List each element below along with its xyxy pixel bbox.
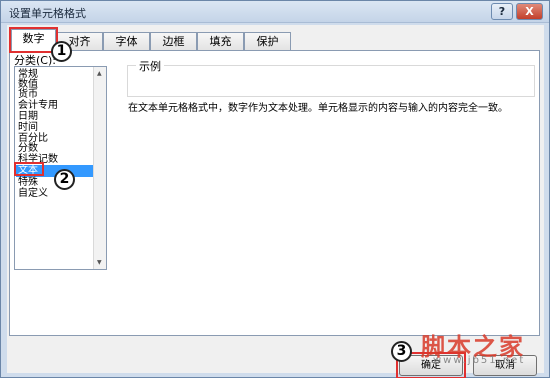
title-bar[interactable]: 设置单元格格式 ? X [1,1,549,23]
step-badge-3: 3 [391,341,412,362]
close-button[interactable]: X [516,3,543,20]
help-button[interactable]: ? [491,3,513,20]
tab-border[interactable]: 边框 [150,32,197,51]
watermark-url: www.jb51.net [433,355,526,366]
tab-protection[interactable]: 保护 [244,32,291,51]
scroll-down-icon[interactable]: ▼ [97,259,102,266]
scroll-up-icon[interactable]: ▲ [97,70,102,77]
dialog-title: 设置单元格格式 [9,7,86,20]
tab-fill[interactable]: 填充 [197,32,244,51]
format-description: 在文本单元格格式中，数字作为文本处理。单元格显示的内容与输入的内容完全一致。 [128,103,508,114]
sample-group: 示例 [127,58,535,97]
format-cells-dialog: 设置单元格格式 ? X 数字 对齐 字体 边框 填充 保护 分类(C): 常规 … [0,0,550,378]
list-highlight-box [14,162,44,176]
tab-font[interactable]: 字体 [103,32,150,51]
step-badge-1: 1 [51,41,72,62]
list-scrollbar[interactable]: ▲ ▼ [93,67,106,269]
step-badge-2: 2 [54,169,75,190]
sample-legend: 示例 [136,58,164,74]
dialog-body: 数字 对齐 字体 边框 填充 保护 分类(C): 常规 数值 货币 会计专用 日… [7,25,544,378]
list-item-custom[interactable]: 自定义 [16,188,94,200]
